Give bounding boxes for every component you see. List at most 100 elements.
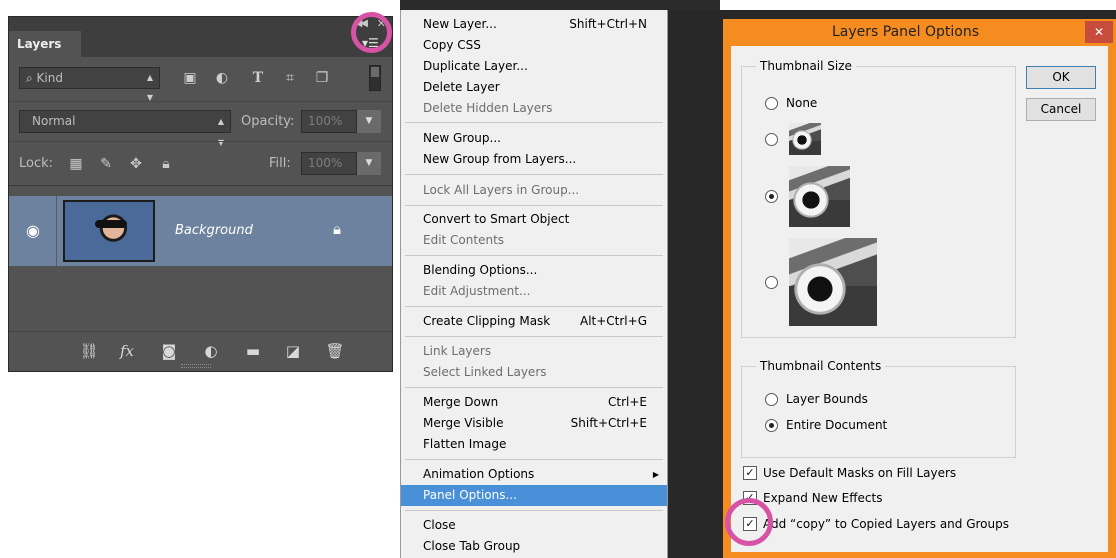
filter-toggle-switch[interactable] [369, 65, 381, 91]
layer-row-background[interactable]: ◉ Background 🔒︎ [9, 196, 392, 266]
fill-label: Fill: [269, 156, 291, 171]
delete-layer-icon[interactable]: 🗑︎ [323, 340, 347, 362]
menu-item-label: Link Layers [423, 344, 492, 358]
menu-item-delete-layer[interactable]: Delete Layer [401, 77, 667, 98]
menu-item-label: Merge Visible [423, 416, 504, 430]
thumbnail-size-small-radio[interactable] [765, 133, 778, 146]
opacity-label: Opacity: [241, 114, 295, 129]
panel-context-menu: New Layer... Shift+Ctrl+N Copy CSS Duplic… [400, 10, 668, 558]
menu-item-label: Blending Options... [423, 263, 538, 277]
menu-separator [405, 336, 663, 337]
add-mask-icon[interactable]: ◙ [157, 340, 181, 362]
kind-filter-select[interactable]: ⌕ Kind ▲ ▼ [19, 67, 160, 102]
ok-button[interactable]: OK [1026, 66, 1096, 89]
menu-item-convert-smart-object[interactable]: Convert to Smart Object [401, 209, 667, 230]
panel-bottom-bar: ⛓ fx ◙ ◐ ▬ ◪ 🗑︎ [9, 331, 392, 371]
menu-item-label: Close [423, 518, 456, 532]
smart-object-filter-icon[interactable]: ❐ [311, 67, 333, 89]
resize-grip[interactable] [181, 364, 211, 368]
menu-item-label: Lock All Layers in Group... [423, 183, 580, 197]
new-group-icon[interactable]: ▬ [241, 340, 265, 362]
blend-mode-select[interactable]: Normal ▲ ▼ [19, 110, 231, 147]
menu-item-new-group[interactable]: New Group... [401, 128, 667, 149]
menu-item-panel-options[interactable]: Panel Options... [401, 485, 667, 506]
add-copy-label: Add “copy” to Copied Layers and Groups [763, 517, 1009, 531]
menu-item-flatten-image[interactable]: Flatten Image [401, 434, 667, 455]
menu-item-duplicate-layer[interactable]: Duplicate Layer... [401, 56, 667, 77]
use-default-masks-checkbox[interactable]: ✓ [743, 466, 757, 480]
kind-filter-label: Kind [36, 71, 63, 85]
menu-item-animation-options[interactable]: Animation Options ▶ [401, 464, 667, 485]
image-filter-icon[interactable]: ▣ [179, 67, 201, 89]
layer-thumbnail[interactable] [63, 200, 155, 262]
menu-item-copy-css[interactable]: Copy CSS [401, 35, 667, 56]
menu-item-merge-visible[interactable]: Merge Visible Shift+Ctrl+E [401, 413, 667, 434]
thumbnail-size-large-radio[interactable] [765, 276, 778, 289]
dialog-body: Thumbnail Size None Thumbnail Contents L… [731, 46, 1108, 552]
eye-icon[interactable]: ◉ [22, 221, 44, 241]
entire-document-label: Entire Document [786, 418, 888, 432]
layer-bounds-radio[interactable] [765, 393, 778, 406]
menu-separator [405, 174, 663, 175]
adjustment-filter-icon[interactable]: ◐ [211, 67, 233, 89]
menu-item-shortcut: Alt+Ctrl+G [579, 314, 647, 328]
lock-row: Lock: ▦ ✎ ✥ 🔒︎ Fill: 100% ▼ [9, 141, 392, 185]
menu-item-label: Edit Adjustment... [423, 284, 531, 298]
highlight-ring [351, 12, 392, 53]
thumbnail-medium-preview [789, 166, 850, 227]
menu-item-close-tab-group[interactable]: Close Tab Group [401, 536, 667, 557]
menu-item-label: New Group from Layers... [423, 152, 577, 166]
type-filter-icon[interactable]: T [247, 67, 269, 89]
menu-item-label: Delete Layer [423, 80, 500, 94]
menu-item-delete-hidden-layers: Delete Hidden Layers [401, 98, 667, 119]
link-layers-icon[interactable]: ⛓ [77, 340, 101, 362]
menu-item-label: Edit Contents [423, 233, 505, 247]
menu-item-blending-options[interactable]: Blending Options... [401, 260, 667, 281]
menu-item-new-group-from-layers[interactable]: New Group from Layers... [401, 149, 667, 170]
expand-new-effects-label: Expand New Effects [763, 491, 883, 505]
menu-item-label: Delete Hidden Layers [423, 101, 553, 115]
thumbnail-size-legend: Thumbnail Size [756, 58, 856, 74]
lock-transparent-pixels-icon[interactable]: ▦ [65, 153, 87, 175]
lock-label: Lock: [19, 156, 54, 171]
fx-styles-icon[interactable]: fx [115, 340, 139, 362]
layer-name[interactable]: Background [175, 220, 253, 242]
lock-position-icon[interactable]: ✥ [125, 153, 147, 175]
lock-all-icon[interactable]: 🔒︎ [155, 153, 177, 175]
search-icon: ⌕ [26, 71, 37, 85]
tab-layers[interactable]: Layers [9, 31, 81, 57]
cancel-button[interactable]: Cancel [1026, 98, 1096, 121]
menu-separator [405, 205, 663, 206]
thumbnail-size-none-radio[interactable] [765, 97, 778, 110]
highlight-ring [725, 498, 773, 546]
fill-dropdown-icon[interactable]: ▼ [357, 152, 381, 175]
menu-item-create-clipping-mask[interactable]: Create Clipping Mask Alt+Ctrl+G [401, 311, 667, 332]
layer-list: ◉ Background 🔒︎ [9, 185, 392, 331]
menu-item-merge-down[interactable]: Merge Down Ctrl+E [401, 392, 667, 413]
opacity-dropdown-icon[interactable]: ▼ [357, 110, 381, 133]
menu-item-new-layer[interactable]: New Layer... Shift+Ctrl+N [401, 14, 667, 35]
thumbnail-size-group: Thumbnail Size None [741, 58, 1016, 338]
blend-mode-value: Normal [32, 114, 76, 128]
lock-image-pixels-icon[interactable]: ✎ [95, 153, 117, 175]
fill-input[interactable]: 100% [301, 152, 357, 175]
menu-separator [405, 387, 663, 388]
menu-item-label: Close Tab Group [423, 539, 521, 553]
menu-item-label: Merge Down [423, 395, 499, 409]
panel-title-bar: ◀◀ ✕ [9, 17, 392, 31]
thumbnail-small-preview [789, 123, 821, 155]
visibility-column: ◉ [9, 196, 57, 266]
thumbnail-size-medium-radio[interactable] [765, 190, 778, 203]
menu-item-label: New Layer... [423, 17, 497, 31]
entire-document-radio[interactable] [765, 419, 778, 432]
new-adjustment-icon[interactable]: ◐ [199, 340, 223, 362]
opacity-input[interactable]: 100% [301, 110, 357, 133]
close-icon[interactable]: ✕ [1085, 21, 1113, 43]
menu-item-close[interactable]: Close [401, 515, 667, 536]
lock-icon: 🔒︎ [333, 220, 341, 238]
shape-filter-icon[interactable]: ⌗ [279, 67, 301, 89]
panel-tab-strip: Layers ▾☰ [9, 31, 392, 57]
menu-item-edit-contents: Edit Contents [401, 230, 667, 251]
new-layer-icon[interactable]: ◪ [281, 340, 305, 362]
menu-item-shortcut: Ctrl+E [608, 395, 647, 409]
